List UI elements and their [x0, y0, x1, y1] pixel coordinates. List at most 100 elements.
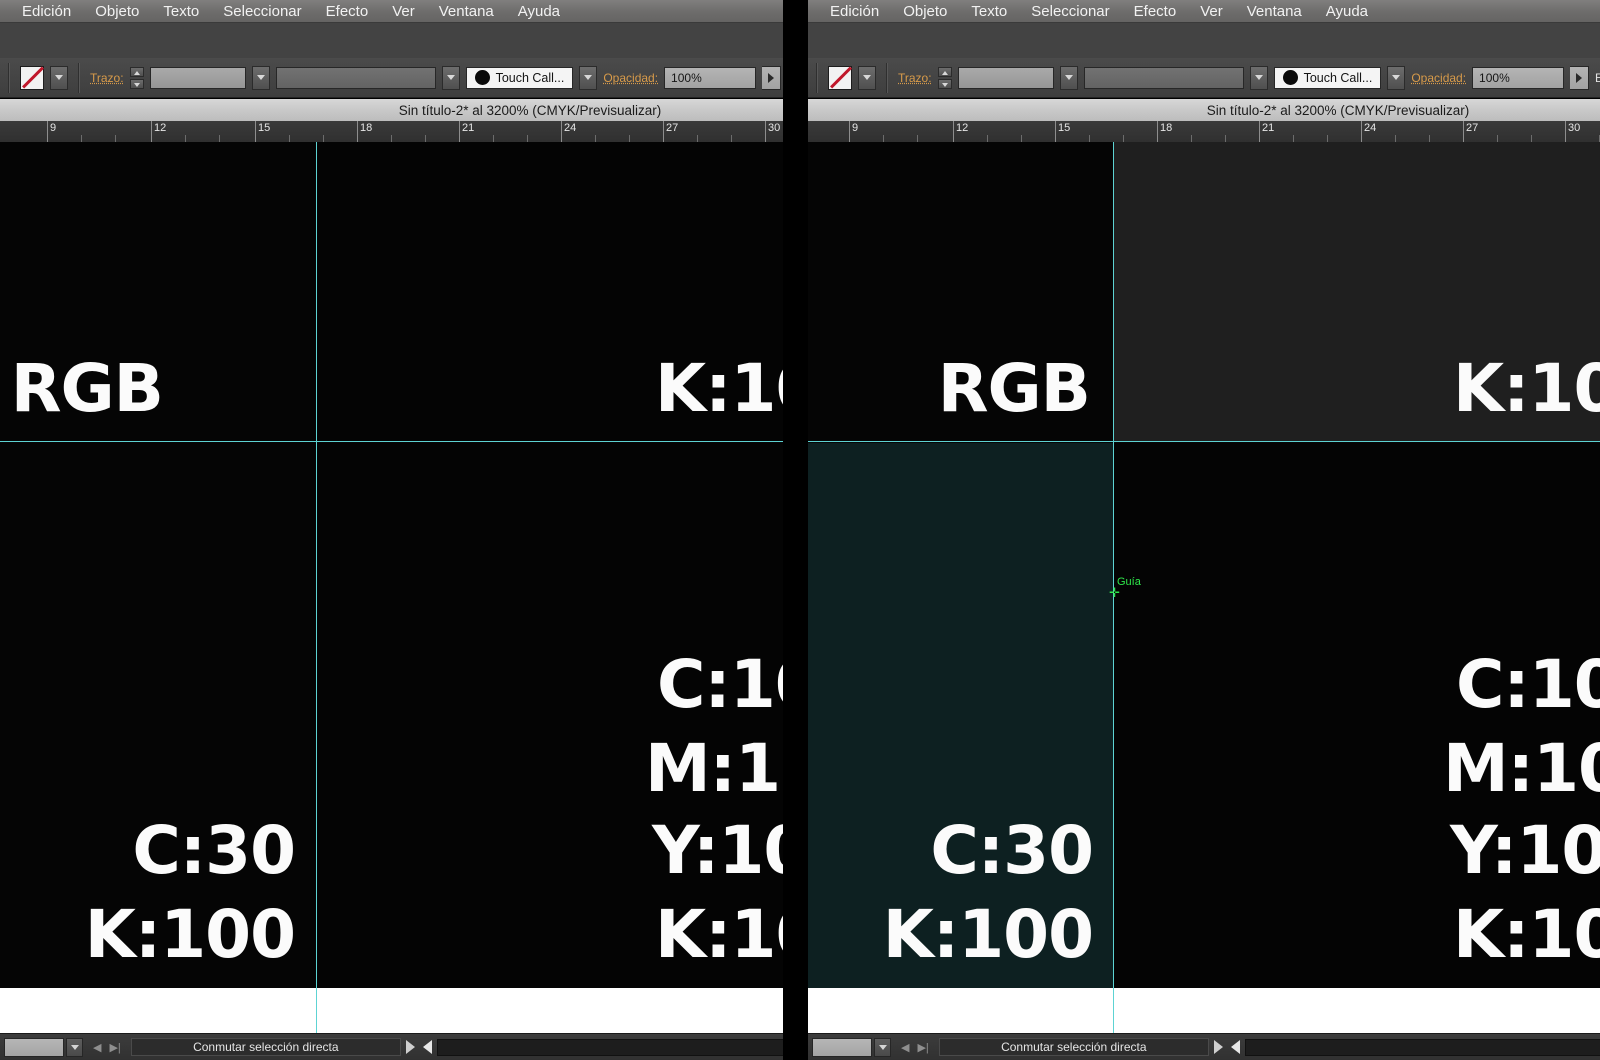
stroke-profile-field[interactable]	[275, 66, 436, 89]
fill-swatch-none[interactable]	[20, 65, 44, 90]
art-text-k-100[interactable]: K:100	[85, 902, 296, 968]
menu-item-ver[interactable]: Ver	[1188, 4, 1235, 19]
menu-item-seleccionar[interactable]: Seleccionar	[1019, 4, 1121, 19]
menu-item-ventana[interactable]: Ventana	[1235, 4, 1314, 19]
menu-item-texto[interactable]: Texto	[959, 4, 1019, 19]
document-title-text: Sin título-2* al 3200% (CMYK/Previsualiz…	[398, 102, 662, 118]
illustrator-window-right: Edición Objeto Texto Seleccionar Efecto …	[808, 0, 1600, 1060]
art-text-c-right[interactable]: C:10	[657, 652, 783, 718]
horizontal-guide[interactable]	[808, 441, 1600, 442]
horizontal-scrollbar[interactable]	[436, 1038, 783, 1056]
art-text-rgb[interactable]: RGB	[938, 356, 1091, 422]
screenshot-root: Edición Objeto Texto Seleccionar Efecto …	[0, 0, 1600, 1060]
opacity-field[interactable]: 100%	[1472, 66, 1565, 89]
brush-dropdown-arrow-icon[interactable]	[579, 65, 598, 90]
menu-item-efecto[interactable]: Efecto	[314, 4, 381, 19]
stroke-profile-field[interactable]	[1083, 66, 1244, 89]
stroke-profile-dropdown-arrow-icon[interactable]	[441, 65, 460, 90]
prev-artboard-icon[interactable]: ◀	[901, 1041, 909, 1054]
opacity-label: Opacidad:	[1411, 70, 1467, 85]
brush-dot-icon	[1282, 70, 1298, 85]
art-text-k-100[interactable]: K:100	[883, 902, 1094, 968]
menu-item-seleccionar[interactable]: Seleccionar	[211, 4, 313, 19]
next-artboard-icon[interactable]: ▶|	[917, 1041, 928, 1054]
menu-item-ver[interactable]: Ver	[380, 4, 427, 19]
artboard-navigation[interactable]: ◀ ▶|	[85, 1041, 129, 1054]
opacity-popup-arrow-icon[interactable]	[1570, 65, 1590, 90]
art-text-c-right[interactable]: C:10	[1456, 652, 1600, 718]
next-artboard-icon[interactable]: ▶|	[109, 1041, 120, 1054]
stroke-weight-stepper[interactable]	[129, 66, 144, 89]
tool-status-text: Conmutar selección directa	[938, 1038, 1209, 1056]
brush-definition-select[interactable]: Touch Call...	[1273, 66, 1382, 89]
art-text-k-right[interactable]: K:10	[1453, 902, 1600, 968]
vertical-guide[interactable]	[1113, 142, 1114, 988]
menu-item-ayuda[interactable]: Ayuda	[506, 4, 572, 19]
zoom-level-field[interactable]	[4, 1037, 64, 1057]
menu-item-ventana[interactable]: Ventana	[427, 4, 506, 19]
art-text-y-right[interactable]: Y:10	[1450, 818, 1600, 884]
opacity-popup-arrow-icon[interactable]	[762, 65, 782, 90]
horizontal-guide[interactable]	[0, 441, 783, 442]
art-text-m-right[interactable]: M:10	[1443, 736, 1600, 802]
menu-item-efecto[interactable]: Efecto	[1122, 4, 1189, 19]
stroke-weight-stepper[interactable]	[937, 66, 952, 89]
status-bar: ◀ ▶| Conmutar selección directa	[808, 1033, 1600, 1060]
menu-item-objeto[interactable]: Objeto	[891, 4, 959, 19]
menu-item-edicion[interactable]: Edición	[10, 4, 83, 19]
opacity-label: Opacidad:	[603, 70, 659, 85]
horizontal-scrollbar[interactable]	[1244, 1038, 1600, 1056]
art-text-k-top[interactable]: K:10	[655, 356, 783, 422]
document-tab-title-bar[interactable]: Sin título-2* al 3200% (CMYK/Previsualiz…	[808, 99, 1600, 122]
art-text-k-top[interactable]: K:10	[1453, 356, 1600, 422]
menu-item-edicion[interactable]: Edición	[818, 4, 891, 19]
horizontal-ruler[interactable]: 9 12 15 18 21 24 27 30	[808, 121, 1600, 143]
art-text-k-right[interactable]: K:10	[655, 902, 783, 968]
brush-definition-select[interactable]: Touch Call...	[465, 66, 574, 89]
stroke-weight-field[interactable]	[957, 66, 1054, 89]
ruler-label: 24	[564, 122, 577, 134]
control-band	[808, 23, 1600, 59]
art-text-y-right[interactable]: Y:10	[652, 818, 783, 884]
brush-dropdown-arrow-icon[interactable]	[1387, 65, 1406, 90]
prev-artboard-icon[interactable]: ◀	[93, 1041, 101, 1054]
scroll-left-arrow-icon[interactable]	[422, 1040, 432, 1054]
ruler-label: 15	[258, 122, 271, 134]
status-popup-arrow-icon[interactable]	[405, 1040, 415, 1054]
document-tab-title-bar[interactable]: Sin título-2* al 3200% (CMYK/Previsualiz…	[0, 99, 783, 122]
menu-item-objeto[interactable]: Objeto	[83, 4, 151, 19]
stroke-weight-field[interactable]	[149, 66, 246, 89]
ruler-label: 27	[666, 122, 679, 134]
stroke-weight-dropdown-arrow-icon[interactable]	[1059, 65, 1078, 90]
option-bar-divider	[816, 62, 818, 93]
artboard-canvas[interactable]: RGB K:10 C:30 K:100 C:10 M:10 Y:10 K:10 …	[808, 142, 1600, 988]
ruler-label: 30	[1568, 122, 1581, 134]
app-chrome-left: Edición Objeto Texto Seleccionar Efecto …	[0, 0, 783, 1060]
scroll-left-arrow-icon[interactable]	[1230, 1040, 1240, 1054]
fill-swatch-none[interactable]	[828, 65, 852, 90]
art-text-c-30[interactable]: C:30	[930, 818, 1094, 884]
artboard-navigation[interactable]: ◀ ▶|	[893, 1041, 937, 1054]
artboard-canvas[interactable]: RGB K:10 C:30 K:100 C:10 M:10 Y:10 K:10	[0, 142, 783, 988]
vertical-guide[interactable]	[316, 142, 317, 988]
zoom-dropdown-arrow-icon[interactable]	[66, 1037, 83, 1057]
ruler-label: 30	[768, 122, 781, 134]
horizontal-ruler[interactable]: 9 12 15 18 21 24 27 30	[0, 121, 783, 143]
menu-item-ayuda[interactable]: Ayuda	[1314, 4, 1380, 19]
zoom-dropdown-arrow-icon[interactable]	[874, 1037, 891, 1057]
document-title-text: Sin título-2* al 3200% (CMYK/Previsualiz…	[1206, 102, 1470, 118]
fill-dropdown-arrow-icon[interactable]	[50, 65, 68, 90]
opacity-field[interactable]: 100%	[664, 66, 757, 89]
stroke-weight-dropdown-arrow-icon[interactable]	[251, 65, 270, 90]
stroke-profile-dropdown-arrow-icon[interactable]	[1249, 65, 1268, 90]
zoom-level-field[interactable]	[812, 1037, 872, 1057]
illustrator-window-left: Edición Objeto Texto Seleccionar Efecto …	[0, 0, 783, 1060]
ruler-label: 27	[1466, 122, 1479, 134]
status-popup-arrow-icon[interactable]	[1213, 1040, 1223, 1054]
fill-dropdown-arrow-icon[interactable]	[858, 65, 876, 90]
art-text-rgb[interactable]: RGB	[11, 356, 164, 422]
menu-item-texto[interactable]: Texto	[151, 4, 211, 19]
ruler-label: 12	[154, 122, 167, 134]
art-text-m-right[interactable]: M:10	[645, 736, 783, 802]
art-text-c-30[interactable]: C:30	[132, 818, 296, 884]
